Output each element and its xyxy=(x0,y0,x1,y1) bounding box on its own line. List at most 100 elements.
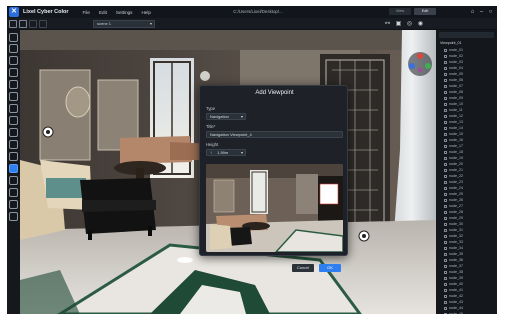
hand-icon[interactable] xyxy=(9,104,18,113)
visibility-checkbox[interactable] xyxy=(444,66,447,70)
node-icon[interactable] xyxy=(9,56,18,65)
chevron-down-icon: ▾ xyxy=(149,21,152,26)
visibility-checkbox[interactable] xyxy=(444,294,447,298)
visibility-checkbox[interactable] xyxy=(444,312,447,314)
visibility-checkbox[interactable] xyxy=(444,150,447,154)
height-input[interactable]: ↑ 1.59m ▾ xyxy=(206,149,246,156)
visibility-checkbox[interactable] xyxy=(444,78,447,82)
visibility-checkbox[interactable] xyxy=(444,132,447,136)
visibility-checkbox[interactable] xyxy=(444,222,447,226)
eye-icon[interactable]: ◉ xyxy=(416,20,425,28)
chevron-down-icon: ▾ xyxy=(240,114,243,119)
edit-mode-button[interactable]: Edit xyxy=(414,8,436,15)
visibility-checkbox[interactable] xyxy=(444,246,447,250)
visibility-checkbox[interactable] xyxy=(444,156,447,160)
tree-item-label: node_40 xyxy=(449,282,463,287)
menu-file[interactable]: File xyxy=(83,10,90,15)
document-icon[interactable] xyxy=(9,188,18,197)
visibility-checkbox[interactable] xyxy=(444,264,447,268)
title-input-value: Navigation Viewpoint_4 xyxy=(210,132,252,137)
camera-icon[interactable] xyxy=(9,116,18,125)
video-icon[interactable] xyxy=(9,128,18,137)
polygon-icon[interactable] xyxy=(9,68,18,77)
viewpoint-icon[interactable] xyxy=(9,164,18,173)
visibility-checkbox[interactable] xyxy=(444,300,447,304)
visibility-checkbox[interactable] xyxy=(444,180,447,184)
save-icon[interactable] xyxy=(19,20,27,28)
tree-item-label: node_25 xyxy=(449,192,463,197)
ok-button[interactable]: OK xyxy=(319,264,341,272)
hexagon-icon[interactable] xyxy=(9,80,18,89)
home-icon[interactable]: ⌂ xyxy=(468,6,477,18)
visibility-checkbox[interactable] xyxy=(444,72,447,76)
visibility-checkbox[interactable] xyxy=(444,90,447,94)
tree-item-label: node_09 xyxy=(449,96,463,101)
visibility-checkbox[interactable] xyxy=(444,102,447,106)
location-pin-icon[interactable]: ◎ xyxy=(405,20,414,28)
cancel-button[interactable]: Cancel xyxy=(292,264,314,272)
visibility-checkbox[interactable] xyxy=(444,276,447,280)
visibility-checkbox[interactable] xyxy=(444,258,447,262)
visibility-checkbox[interactable] xyxy=(444,198,447,202)
app-name: Lixel Cyber Color xyxy=(23,9,69,15)
visibility-checkbox[interactable] xyxy=(444,234,447,238)
tree-item-label: node_26 xyxy=(449,198,463,203)
visibility-checkbox[interactable] xyxy=(444,282,447,286)
height-label: Height xyxy=(206,142,219,147)
visibility-checkbox[interactable] xyxy=(444,228,447,232)
visibility-checkbox[interactable] xyxy=(444,168,447,172)
visibility-checkbox[interactable] xyxy=(444,306,447,310)
visibility-checkbox[interactable] xyxy=(444,252,447,256)
scene-select[interactable]: scene 1 ▾ xyxy=(93,20,155,28)
undo-icon[interactable] xyxy=(29,20,37,28)
visibility-checkbox[interactable] xyxy=(444,96,447,100)
visibility-checkbox[interactable] xyxy=(444,144,447,148)
open-folder-icon[interactable] xyxy=(9,20,17,28)
cursor-icon[interactable] xyxy=(9,33,18,42)
page-icon[interactable] xyxy=(9,200,18,209)
view-mode-button[interactable]: View xyxy=(389,8,411,15)
menu-settings[interactable]: Settings xyxy=(116,10,133,15)
visibility-checkbox[interactable] xyxy=(444,162,447,166)
trash-icon[interactable] xyxy=(9,212,18,221)
type-select[interactable]: Navigation ▾ xyxy=(206,113,246,120)
tree-item-label: node_30 xyxy=(449,222,463,227)
layers-icon[interactable] xyxy=(9,152,18,161)
scene-select-value: scene 1 xyxy=(97,21,112,26)
visibility-checkbox[interactable] xyxy=(444,84,447,88)
link-icon[interactable]: ⚯ xyxy=(383,20,392,28)
minimize-icon[interactable]: – xyxy=(477,6,486,18)
scene-viewport[interactable]: Add Viewpoint Type Navigation ▾ Title* N… xyxy=(20,30,436,314)
tree-root-item[interactable]: Viewpoint_01 xyxy=(436,40,497,46)
visibility-checkbox[interactable] xyxy=(444,114,447,118)
visibility-checkbox[interactable] xyxy=(444,192,447,196)
sun-icon[interactable] xyxy=(9,92,18,101)
menu-edit[interactable]: Edit xyxy=(99,10,107,15)
visibility-checkbox[interactable] xyxy=(444,186,447,190)
visibility-checkbox[interactable] xyxy=(444,48,447,52)
visibility-checkbox[interactable] xyxy=(444,120,447,124)
floorplan-icon[interactable] xyxy=(9,176,18,185)
visibility-checkbox[interactable] xyxy=(444,174,447,178)
visibility-checkbox[interactable] xyxy=(444,216,447,220)
visibility-checkbox[interactable] xyxy=(444,126,447,130)
visibility-checkbox[interactable] xyxy=(444,240,447,244)
visibility-checkbox[interactable] xyxy=(444,108,447,112)
visibility-checkbox[interactable] xyxy=(444,204,447,208)
image-icon[interactable]: ▣ xyxy=(394,20,403,28)
tree-item[interactable]: node_45 xyxy=(436,311,497,314)
title-input[interactable]: Navigation Viewpoint_4 xyxy=(206,131,343,138)
visibility-checkbox[interactable] xyxy=(444,210,447,214)
box-icon[interactable] xyxy=(9,140,18,149)
close-icon[interactable]: ○ xyxy=(486,6,495,18)
visibility-checkbox[interactable] xyxy=(444,288,447,292)
redo-icon[interactable] xyxy=(39,20,47,28)
pencil-icon[interactable] xyxy=(9,44,18,53)
menu-help[interactable]: Help xyxy=(141,10,150,15)
visibility-checkbox[interactable] xyxy=(444,60,447,64)
visibility-checkbox[interactable] xyxy=(444,270,447,274)
visibility-checkbox[interactable] xyxy=(444,54,447,58)
tree-root-label: Viewpoint_01 xyxy=(440,41,462,45)
visibility-checkbox[interactable] xyxy=(444,138,447,142)
tree-search-input[interactable] xyxy=(439,32,494,38)
